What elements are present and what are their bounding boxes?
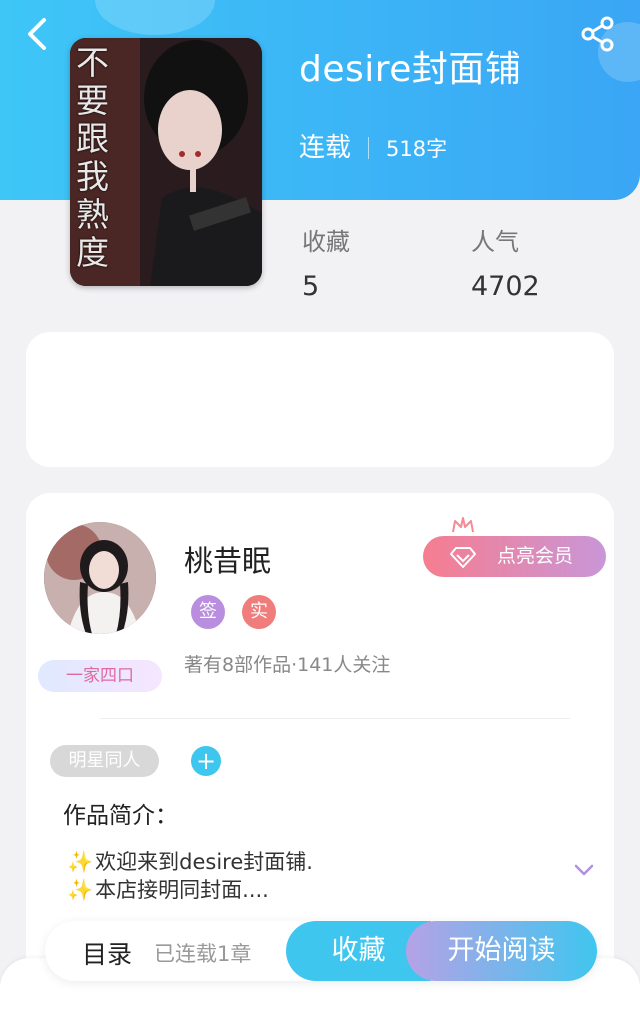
popularity-stat: 人气 4702 [471, 222, 540, 302]
crown-icon [452, 517, 474, 533]
avatar-image [44, 522, 156, 634]
toc-button[interactable]: 目录 [82, 935, 132, 971]
sparkle-icon: ✨ [67, 850, 94, 874]
intro-heading: 作品简介： [63, 803, 178, 829]
book-cover[interactable]: 不要跟我熟度 [70, 38, 262, 286]
vip-button-label: 点亮会员 [497, 545, 574, 567]
vip-button[interactable]: 点亮会员 [423, 536, 606, 577]
signed-tag: 签 [191, 595, 225, 629]
blank-card [26, 332, 614, 467]
sparkle-icon: ✨ [67, 878, 94, 902]
author-meta: 著有8部作品·141人关注 [184, 654, 391, 676]
start-reading-button[interactable]: 开始阅读 [406, 921, 597, 981]
book-title: desire封面铺 [299, 49, 522, 90]
divider [100, 718, 570, 719]
favorites-stat: 收藏 5 [302, 222, 350, 302]
favorites-value: 5 [302, 271, 320, 302]
chevron-down-icon[interactable] [573, 859, 595, 881]
cover-title-text: 不要跟我熟度 [76, 43, 109, 272]
word-count: 518字 [386, 137, 448, 161]
avatar[interactable] [44, 522, 156, 634]
intro-line-text: 本店接明同封面.... [95, 878, 269, 902]
popularity-label: 人气 [471, 228, 519, 256]
add-tag-button[interactable]: + [191, 746, 221, 776]
verified-tag: 实 [242, 595, 276, 629]
decor-bubble [95, 0, 215, 35]
diamond-icon [450, 547, 476, 568]
serial-status: 连载 [299, 133, 352, 163]
intro-line: ✨欢迎来到desire封面铺. [67, 846, 313, 876]
book-status-row: 连载 518字 [299, 127, 447, 164]
divider [368, 137, 370, 159]
chevron-left-icon[interactable] [22, 16, 54, 52]
share-icon[interactable] [580, 16, 616, 52]
genre-tag[interactable]: 明星同人 [50, 745, 159, 777]
author-name[interactable]: 桃昔眠 [184, 538, 271, 580]
fan-badge[interactable]: 一家四口 [38, 660, 162, 692]
popularity-value: 4702 [471, 271, 540, 302]
favorites-label: 收藏 [302, 228, 350, 256]
intro-line: ✨本店接明同封面.... [67, 874, 269, 904]
chapter-count: 已连载1章 [154, 942, 252, 966]
intro-line-text: 欢迎来到desire封面铺. [95, 850, 313, 874]
